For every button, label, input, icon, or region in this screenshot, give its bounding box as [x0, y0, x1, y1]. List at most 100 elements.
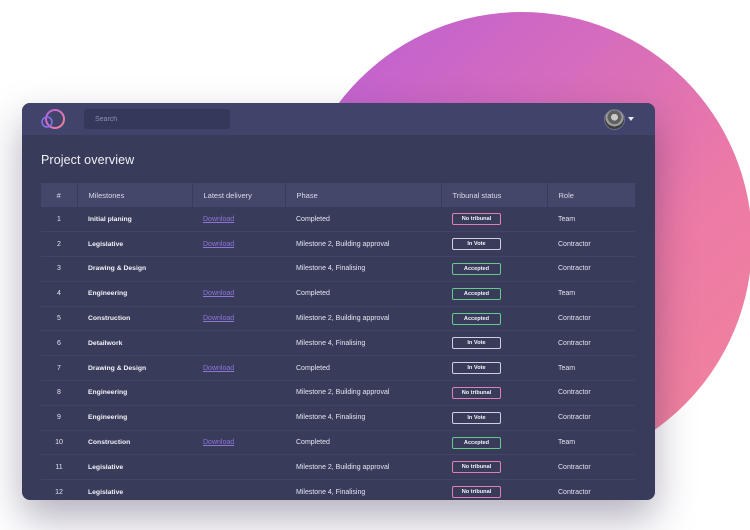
row-number: 4 — [57, 290, 61, 298]
milestone-name: Construction — [88, 439, 131, 447]
status-badge: No tribunal — [452, 486, 501, 499]
column-header-phase[interactable]: Phase — [285, 183, 442, 207]
table-row[interactable]: 5 Construction Download Milestone 2, Buildi… — [41, 306, 635, 331]
tribunal-status-cell: Accepted — [441, 257, 547, 282]
phase-text: Milestone 2, Building approval — [296, 389, 390, 397]
app-window: Project overview # Milestones Latest del… — [22, 103, 655, 500]
status-badge: Accepted — [452, 436, 501, 449]
phase-text: Milestone 4, Finalising — [296, 265, 366, 273]
table-row[interactable]: 2 Legislative Download Milestone 2, Buildin… — [41, 232, 635, 257]
table-row[interactable]: 7 Drawing & Design Download Completed In Vot… — [41, 356, 635, 381]
phase-text: Milestone 4, Finalising — [296, 414, 366, 422]
chevron-down-icon[interactable] — [628, 117, 634, 121]
download-link[interactable]: Download — [203, 241, 234, 248]
status-badge: In Vote — [452, 337, 501, 350]
row-number: 1 — [57, 215, 61, 223]
latest-delivery-cell: Download — [192, 207, 285, 232]
latest-delivery-cell: Download — [192, 306, 285, 331]
tribunal-status-cell: No tribunal — [441, 480, 547, 500]
table-row[interactable]: 9 Engineering Milestone 4, Finalising In Vo… — [41, 405, 635, 431]
latest-delivery-cell — [192, 331, 285, 356]
download-link[interactable]: Download — [203, 439, 234, 446]
row-number: 10 — [55, 439, 63, 447]
project-table: # Milestones Latest delivery Phase Tribu… — [41, 183, 635, 500]
row-number: 7 — [57, 364, 61, 372]
phase-text: Milestone 2, Building approval — [296, 240, 390, 248]
latest-delivery-cell: Download — [192, 232, 285, 257]
download-link[interactable]: Download — [203, 315, 234, 322]
status-badge: No tribunal — [452, 213, 501, 226]
table-row[interactable]: 12 Legislative Milestone 4, Finalising No t… — [41, 480, 635, 500]
latest-delivery-cell — [192, 455, 285, 480]
column-header-latest-delivery[interactable]: Latest delivery — [192, 183, 286, 207]
download-link[interactable]: Download — [203, 216, 234, 223]
table-row[interactable]: 10 Construction Download Completed Accepted T… — [41, 430, 635, 455]
milestone-name: Detailwork — [88, 339, 123, 347]
latest-delivery-cell: Download — [192, 430, 285, 455]
phase-text: Completed — [296, 290, 330, 298]
table-row[interactable]: 1 Initial planing Download Completed No trib… — [41, 207, 635, 232]
tribunal-status-cell: In Vote — [441, 356, 547, 381]
page-title: Project overview — [41, 153, 135, 167]
table-row[interactable]: 3 Drawing & Design Milestone 4, Finalising… — [41, 257, 635, 282]
tribunal-status-cell: In Vote — [441, 331, 547, 356]
phase-text: Milestone 2, Building approval — [296, 315, 390, 323]
row-number: 2 — [57, 240, 61, 248]
tribunal-status-cell: No tribunal — [441, 455, 547, 480]
column-header-tribunal-status[interactable]: Tribunal status — [441, 183, 548, 207]
status-badge: In Vote — [452, 238, 501, 251]
column-header-number[interactable]: # — [41, 183, 78, 207]
table-header-row: # Milestones Latest delivery Phase Tribu… — [41, 183, 635, 207]
phase-text: Milestone 4, Finalising — [296, 339, 366, 347]
user-avatar-icon[interactable] — [604, 109, 625, 130]
tribunal-status-cell: In Vote — [441, 405, 547, 430]
milestone-name: Engineering — [88, 389, 128, 397]
role-text: Team — [558, 215, 576, 223]
latest-delivery-cell — [192, 405, 285, 430]
milestone-name: Engineering — [88, 290, 128, 298]
row-number: 8 — [57, 389, 61, 397]
tribunal-status-cell: No tribunal — [441, 207, 547, 232]
milestone-name: Drawing & Design — [88, 364, 147, 372]
tribunal-status-cell: Accepted — [441, 281, 547, 306]
milestone-name: Engineering — [88, 414, 128, 422]
table-row[interactable]: 11 Legislative Milestone 2, Building appro… — [41, 455, 635, 480]
column-header-milestones[interactable]: Milestones — [77, 183, 193, 207]
status-badge: No tribunal — [452, 386, 501, 399]
row-number: 11 — [55, 463, 63, 471]
role-text: Team — [558, 364, 576, 372]
phase-text: Milestone 4, Finalising — [296, 488, 366, 496]
milestone-name: Legislative — [88, 240, 124, 248]
project-table-container: # Milestones Latest delivery Phase Tribu… — [41, 183, 635, 500]
download-link[interactable]: Download — [203, 365, 234, 372]
row-number: 6 — [57, 339, 61, 347]
latest-delivery-cell — [192, 257, 285, 282]
download-link[interactable]: Download — [203, 290, 234, 297]
table-row[interactable]: 6 Detailwork Milestone 4, Finalising In Vot… — [41, 331, 635, 356]
role-text: Contractor — [558, 240, 591, 248]
row-number: 3 — [57, 265, 61, 273]
role-text: Contractor — [558, 339, 591, 347]
phase-text: Completed — [296, 215, 330, 223]
role-text: Contractor — [558, 315, 591, 323]
role-text: Team — [558, 439, 576, 447]
circle-ring-logo-icon[interactable] — [38, 107, 68, 131]
tribunal-status-cell: No tribunal — [441, 381, 547, 406]
row-number: 9 — [57, 414, 61, 422]
milestone-name: Initial planing — [88, 215, 132, 223]
table-row[interactable]: 8 Engineering Milestone 2, Building approv… — [41, 381, 635, 406]
latest-delivery-cell: Download — [192, 281, 285, 306]
tribunal-status-cell: Accepted — [441, 306, 547, 331]
status-badge: No tribunal — [452, 461, 501, 474]
column-header-role[interactable]: Role — [547, 183, 635, 207]
milestone-name: Construction — [88, 315, 131, 323]
latest-delivery-cell — [192, 381, 285, 406]
phase-text: Completed — [296, 364, 330, 372]
role-text: Contractor — [558, 389, 591, 397]
tribunal-status-cell: In Vote — [441, 232, 547, 257]
role-text: Contractor — [558, 414, 591, 422]
table-row[interactable]: 4 Engineering Download Completed Accepted Tea… — [41, 281, 635, 307]
role-text: Contractor — [558, 463, 591, 471]
status-badge: In Vote — [452, 411, 501, 424]
search-input[interactable] — [84, 109, 230, 129]
